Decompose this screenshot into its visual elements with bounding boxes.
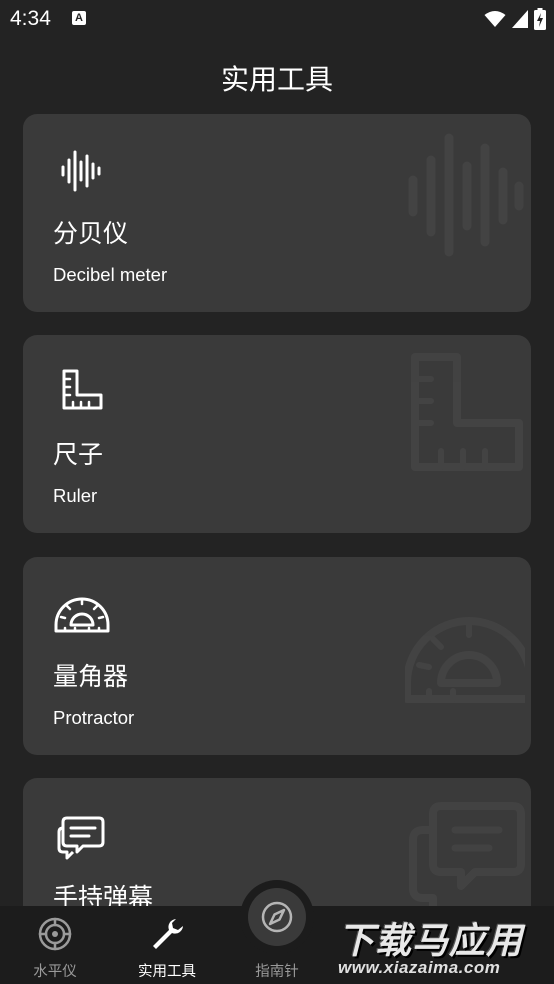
battery-icon [534, 8, 546, 30]
nav-item-tools[interactable]: 实用工具 [128, 906, 206, 984]
card-subtitle: Protractor [53, 707, 135, 728]
watermark: 下载马应用 www.xiazaima.com [330, 906, 554, 984]
nav-label: 水平仪 [33, 964, 77, 980]
sound-wave-watermark-icon [408, 133, 524, 257]
protractor-icon [54, 597, 110, 633]
chat-bubble-icon [57, 816, 105, 860]
screen: 4:34 A 实用工具 分贝仪 Decibel meter 尺子 Ruler 量… [0, 0, 554, 984]
status-time: 4:34 [10, 7, 51, 30]
level-icon [35, 914, 75, 954]
chat-bubble-watermark-icon [409, 802, 525, 914]
a-icon: A [72, 11, 86, 25]
card-ruler[interactable]: 尺子 Ruler [23, 335, 531, 533]
wifi-icon [484, 11, 506, 27]
nav-item-level[interactable]: 水平仪 [18, 906, 92, 984]
compass-icon [261, 901, 293, 933]
watermark-text: 下载马应用 [338, 921, 524, 962]
card-title: 量角器 [53, 662, 129, 691]
watermark-url: www.xiazaima.com [338, 958, 501, 977]
ruler-icon [62, 369, 103, 410]
status-bar: 4:34 A [0, 0, 554, 40]
status-icons [484, 8, 546, 30]
ruler-watermark-icon [411, 353, 523, 471]
card-subtitle: Decibel meter [53, 264, 168, 285]
card-title: 尺子 [53, 440, 104, 469]
nav-label: 实用工具 [138, 964, 196, 980]
signal-icon [512, 10, 528, 28]
card-title: 分贝仪 [53, 219, 129, 248]
card-decibel-meter[interactable]: 分贝仪 Decibel meter [23, 114, 531, 312]
wrench-icon [147, 914, 187, 954]
nav-label: 指南针 [255, 964, 299, 980]
sound-wave-icon [61, 150, 101, 192]
card-protractor[interactable]: 量角器 Protractor [23, 557, 531, 755]
compass-fab-button[interactable] [248, 888, 306, 946]
card-subtitle: Ruler [53, 485, 98, 506]
page-title: 实用工具 [220, 63, 333, 96]
protractor-watermark-icon [405, 617, 525, 703]
